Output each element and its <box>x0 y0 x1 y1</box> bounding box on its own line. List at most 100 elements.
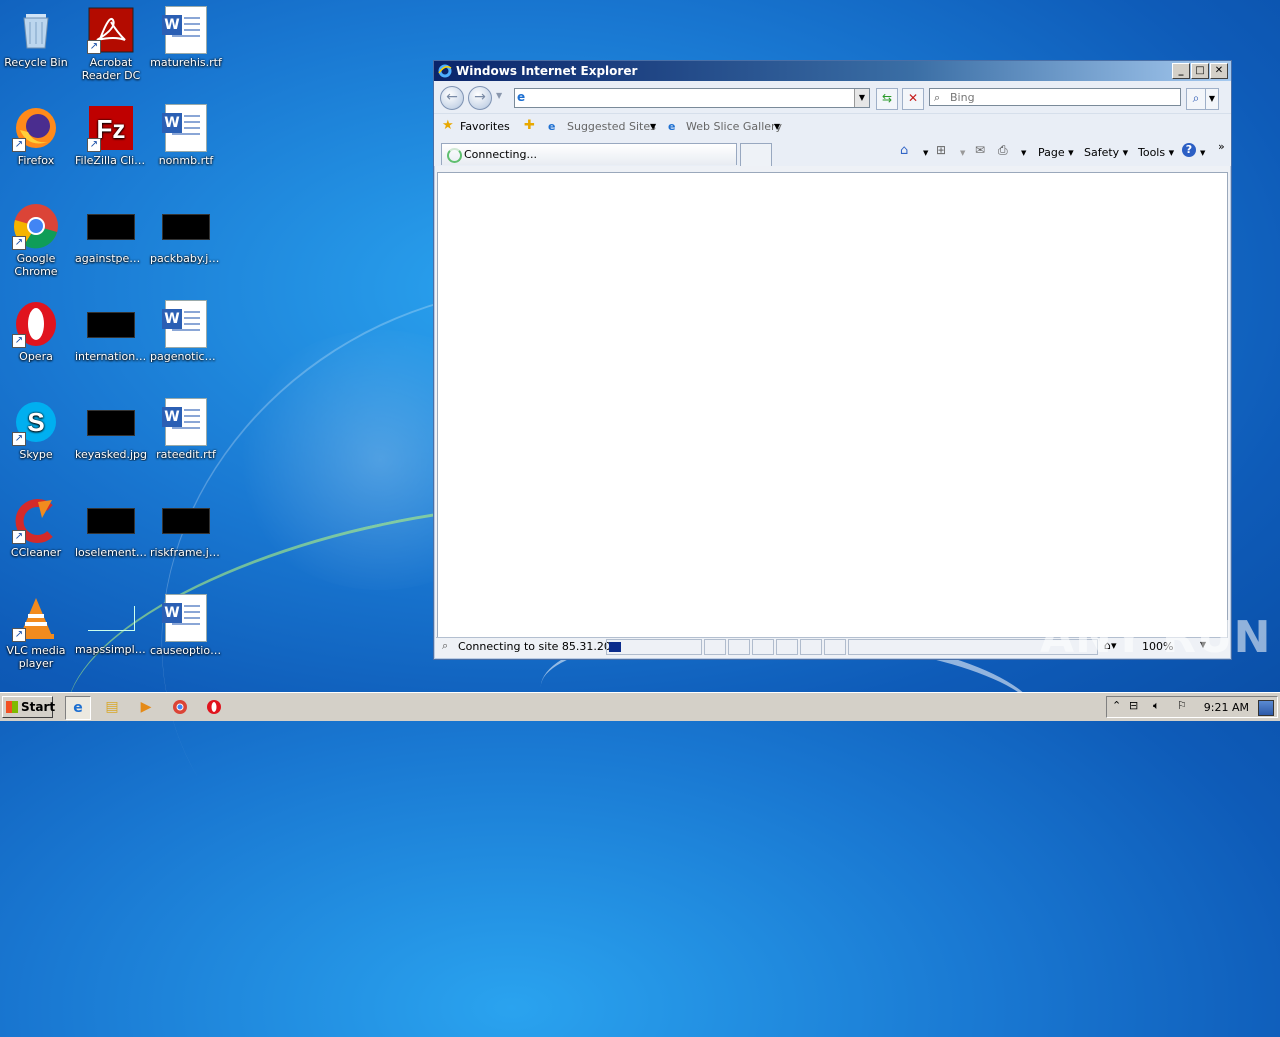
show-desktop-button[interactable] <box>1258 700 1274 716</box>
desktop-icon-ccleaner[interactable]: ↗ CCleaner <box>0 496 74 559</box>
chevron-down-icon[interactable]: ▼ <box>1200 149 1205 157</box>
address-dropdown-button[interactable]: ▼ <box>854 89 869 107</box>
desktop-icon-skype[interactable]: S ↗ Skype <box>0 398 74 461</box>
chevron-down-icon[interactable]: ▼ <box>1021 149 1026 157</box>
new-tab-button[interactable] <box>740 143 772 166</box>
word-document-icon: W <box>162 398 207 446</box>
network-icon[interactable]: ⊟ <box>1129 699 1138 712</box>
shortcut-arrow-icon: ↗ <box>12 334 26 348</box>
tab-connecting[interactable]: Connecting... <box>441 143 737 165</box>
desktop-icon-label: pagenotice.rtf <box>150 350 224 363</box>
search-icon: ⌕ <box>442 639 449 652</box>
desktop-icon-filezilla[interactable]: Fz ↗ FileZilla Client <box>73 104 149 167</box>
shortcut-arrow-icon: ↗ <box>12 236 26 250</box>
opera-icon: ↗ <box>12 300 60 348</box>
image-thumbnail-icon <box>87 214 135 240</box>
desktop-icon-vlc[interactable]: ↗ VLC media player <box>0 594 74 670</box>
recent-pages-dropdown[interactable]: ▼ <box>496 91 502 100</box>
suggested-sites-link[interactable]: Suggested Sites <box>567 120 656 133</box>
help-icon[interactable]: ? <box>1182 143 1196 157</box>
maximize-button[interactable]: □ <box>1191 63 1209 79</box>
desktop-icon-mapssimpla[interactable]: mapssimpla... <box>73 594 149 656</box>
chrome-icon[interactable] <box>168 696 192 718</box>
desktop-icon-keyasked[interactable]: keyasked.jpg <box>73 398 149 461</box>
desktop-icon-loselements[interactable]: loselements... <box>73 496 149 559</box>
word-document-icon: W <box>162 594 207 642</box>
filezilla-icon: Fz ↗ <box>87 104 135 152</box>
search-button[interactable]: ⌕ <box>1186 88 1206 110</box>
start-label: Start <box>21 700 56 714</box>
shortcut-arrow-icon: ↗ <box>12 432 26 446</box>
desktop-icon-opera[interactable]: ↗ Opera <box>0 300 74 363</box>
forward-button[interactable]: → <box>468 86 492 110</box>
desktop-icon-packbaby[interactable]: packbaby.jpg <box>148 202 224 265</box>
back-button[interactable]: ← <box>440 86 464 110</box>
desktop-icon-label: Acrobat Reader DC <box>81 56 141 82</box>
image-thumbnail-icon <box>162 214 210 240</box>
action-center-flag-icon[interactable]: ⚐ <box>1177 699 1187 712</box>
safety-menu[interactable]: Safety ▾ <box>1084 146 1128 159</box>
chevron-down-icon[interactable]: ▼ <box>774 122 780 131</box>
search-input[interactable]: ⌕ Bing <box>929 88 1181 106</box>
print-icon[interactable]: ⎙ <box>998 143 1008 158</box>
page-icon: e <box>517 90 526 104</box>
desktop-icon-riskframe[interactable]: riskframe.jpg <box>148 496 224 559</box>
taskbar: Start e ▤ ▶ ⌃ ⊟ 🔈︎ ⚐ 9:21 AM <box>0 692 1280 721</box>
chevron-down-icon[interactable]: ▼ <box>650 122 656 131</box>
add-to-favorites-icon[interactable]: ✚ <box>524 118 535 133</box>
clock[interactable]: 9:21 AM <box>1204 701 1249 714</box>
close-button[interactable]: ✕ <box>1210 63 1228 79</box>
more-commands-icon[interactable]: » <box>1218 140 1225 153</box>
favorites-bar: ★ Favorites ✚ e Suggested Sites ▼ e Web … <box>434 113 1231 140</box>
desktop-icon-acrobat[interactable]: ↗ Acrobat Reader DC <box>73 6 149 82</box>
desktop-icon-recycle-bin[interactable]: Recycle Bin <box>0 6 74 69</box>
tools-menu-label: Tools <box>1138 146 1166 159</box>
page-content[interactable] <box>437 172 1228 638</box>
volume-icon[interactable]: 🔈︎ <box>1153 699 1160 713</box>
mail-icon[interactable]: ✉ <box>975 143 985 157</box>
address-bar[interactable]: e ▼ <box>514 88 870 108</box>
minimize-button[interactable]: _ <box>1172 63 1190 79</box>
desktop-icon-label: againstpeop... <box>75 252 149 265</box>
start-button[interactable]: Start <box>2 696 56 718</box>
desktop-icon-label: Skype <box>19 448 53 461</box>
ie-window: Windows Internet Explorer _ □ ✕ ← → ▼ e … <box>433 60 1232 660</box>
home-icon[interactable]: ⌂ <box>900 143 908 158</box>
shortcut-arrow-icon: ↗ <box>87 40 101 54</box>
skype-icon: S ↗ <box>12 398 60 446</box>
desktop-icon-chrome[interactable]: ↗ Google Chrome <box>0 202 74 278</box>
tab-label: Connecting... <box>464 148 537 161</box>
web-slice-gallery-link[interactable]: Web Slice Gallery <box>686 120 782 133</box>
tools-menu[interactable]: Tools ▾ <box>1138 146 1174 159</box>
chevron-down-icon[interactable]: ▼ <box>923 149 928 157</box>
media-player-icon[interactable]: ▶ <box>134 696 158 718</box>
search-options-dropdown[interactable]: ▼ <box>1205 88 1219 110</box>
feeds-icon[interactable]: ⊞ <box>936 143 946 157</box>
desktop-icon-label: Opera <box>19 350 53 363</box>
desktop-icon-pagenotice[interactable]: W pagenotice.rtf <box>148 300 224 363</box>
chevron-down-icon[interactable]: ▼ <box>960 149 965 157</box>
status-pane <box>728 639 750 655</box>
search-icon: ⌕ <box>934 91 941 104</box>
desktop-icon-rateedit[interactable]: W rateedit.rtf <box>148 398 224 461</box>
status-pane <box>704 639 726 655</box>
desktop-icon-firefox[interactable]: ↗ Firefox <box>0 104 74 167</box>
title-bar[interactable]: Windows Internet Explorer _ □ ✕ <box>434 61 1231 81</box>
refresh-button[interactable]: ⇆ <box>876 88 898 110</box>
desktop-icon-internationa[interactable]: internationa... <box>73 300 149 363</box>
opera-icon[interactable] <box>202 696 226 718</box>
status-pane <box>776 639 798 655</box>
status-pane <box>752 639 774 655</box>
internet-explorer-icon[interactable]: e <box>65 696 91 720</box>
explorer-folder-icon[interactable]: ▤ <box>100 696 124 718</box>
shortcut-arrow-icon: ↗ <box>12 628 26 642</box>
desktop-icon-againstpeop[interactable]: againstpeop... <box>73 202 149 265</box>
desktop-icon-label: Recycle Bin <box>4 56 68 69</box>
favorites-button[interactable]: Favorites <box>460 120 510 133</box>
stop-button[interactable]: ✕ <box>902 88 924 110</box>
desktop-icon-maturehis[interactable]: W maturehis.rtf <box>148 6 224 69</box>
show-hidden-icons-button[interactable]: ⌃ <box>1112 699 1121 712</box>
desktop-icon-nonmb[interactable]: W nonmb.rtf <box>148 104 224 167</box>
desktop-icon-causeoption[interactable]: W causeoption... <box>148 594 224 657</box>
page-menu[interactable]: Page ▾ <box>1038 146 1074 159</box>
